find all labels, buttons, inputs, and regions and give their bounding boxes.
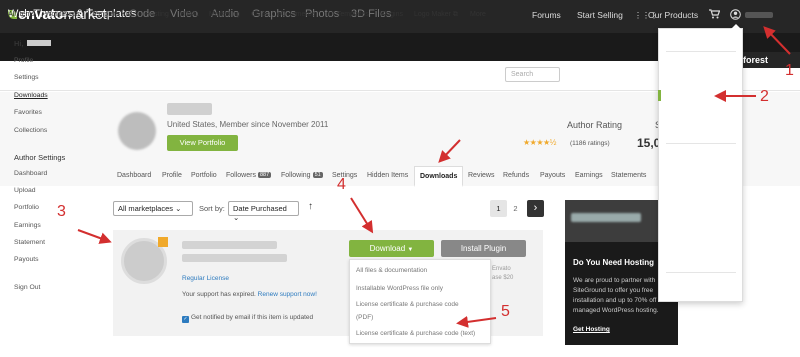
arrow-1 xyxy=(763,26,791,55)
arrow-downloads xyxy=(438,139,461,163)
arrow-5 xyxy=(456,315,497,328)
annotation-arrows xyxy=(77,26,791,328)
arrow-4 xyxy=(350,197,374,234)
arrow-3 xyxy=(77,229,112,244)
